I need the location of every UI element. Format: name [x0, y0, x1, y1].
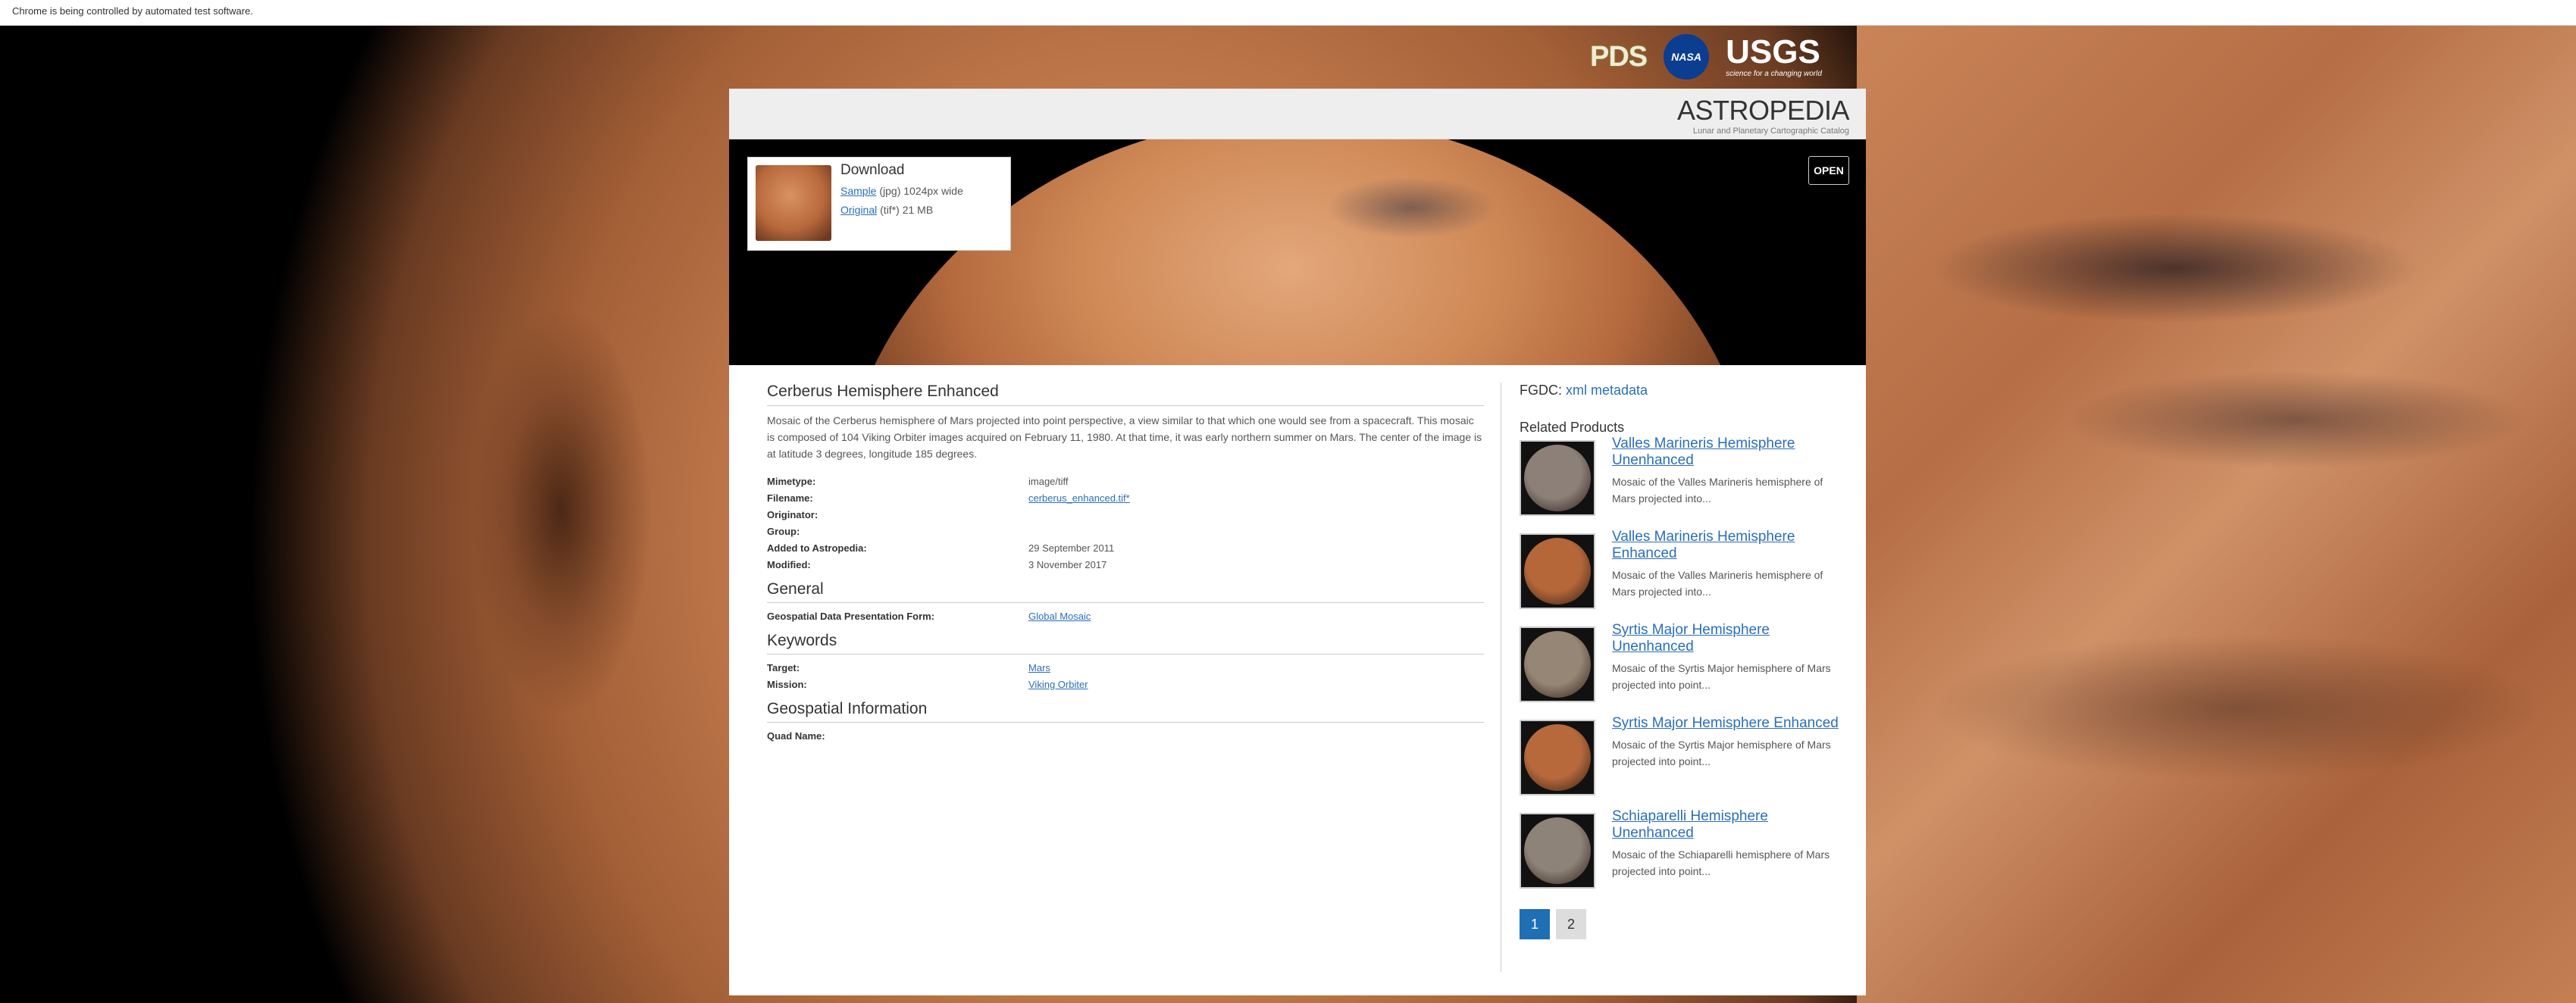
- related-thumbnail[interactable]: [1520, 626, 1595, 702]
- related-products-heading: Related Products: [1520, 420, 1625, 435]
- product-details: Cerberus Hemisphere Enhanced Mosaic of t…: [767, 383, 1484, 744]
- meta-row-mission: Mission: Viking Orbiter: [767, 676, 1484, 692]
- keywords-heading: Keywords: [767, 632, 1484, 655]
- meta-row-target: Target: Mars: [767, 659, 1484, 676]
- related-product-desc: Mosaic of the Syrtis Major hemisphere of…: [1612, 739, 1831, 767]
- related-thumbnail[interactable]: [1520, 720, 1595, 795]
- related-product-link[interactable]: Syrtis Major Hemisphere Unenhanced: [1612, 622, 1839, 655]
- related-product-desc: Mosaic of the Valles Marineris hemispher…: [1612, 476, 1823, 505]
- usgs-wordmark: USGS: [1726, 33, 1820, 70]
- original-line: Original (tif*) 21 MB: [840, 204, 933, 216]
- page-1-button[interactable]: 1: [1520, 909, 1550, 939]
- meta-key: Target:: [767, 661, 800, 673]
- meta-key: Quad Name:: [767, 730, 825, 742]
- target-link[interactable]: Mars: [1028, 662, 1050, 673]
- meta-key: Filename:: [767, 492, 813, 504]
- sample-link[interactable]: Sample: [840, 185, 876, 197]
- pagination: 1 2: [1520, 909, 1845, 939]
- usgs-tagline: science for a changing world: [1726, 70, 1822, 78]
- meta-row-modified: Modified: 3 November 2017: [767, 556, 1484, 573]
- related-thumbnail[interactable]: [1520, 533, 1595, 609]
- related-product-link[interactable]: Syrtis Major Hemisphere Enhanced: [1612, 715, 1839, 732]
- automation-notice: Chrome is being controlled by automated …: [12, 5, 253, 17]
- related-thumbnail[interactable]: [1520, 813, 1595, 889]
- related-product: Valles Marineris Hemisphere Enhanced Mos…: [1520, 529, 1845, 622]
- related-thumbnail[interactable]: [1520, 440, 1595, 516]
- related-product: Syrtis Major Hemisphere Enhanced Mosaic …: [1520, 715, 1845, 808]
- meta-key: Modified:: [767, 558, 811, 570]
- meta-row-added: Added to Astropedia: 29 September 2011: [767, 539, 1484, 556]
- site-title: ASTROPEDIA: [1676, 95, 1850, 126]
- xml-metadata-link[interactable]: xml metadata: [1566, 383, 1648, 398]
- mission-link[interactable]: Viking Orbiter: [1028, 679, 1088, 690]
- geospatial-heading: Geospatial Information: [767, 700, 1484, 723]
- site-subtitle: Lunar and Planetary Cartographic Catalog: [1692, 127, 1849, 136]
- meta-row-group: Group:: [767, 523, 1484, 539]
- sidebar: FGDC: xml metadata Related Products Vall…: [1520, 383, 1845, 939]
- related-product-link[interactable]: Valles Marineris Hemisphere Unenhanced: [1612, 436, 1839, 469]
- planet-thumb: [1524, 817, 1591, 884]
- meta-key: Originator:: [767, 508, 818, 520]
- panel-header: ASTROPEDIA Lunar and Planetary Cartograp…: [729, 89, 1866, 139]
- related-product-desc: Mosaic of the Syrtis Major hemisphere of…: [1612, 662, 1831, 691]
- related-product-link[interactable]: Schiaparelli Hemisphere Unenhanced: [1612, 808, 1839, 842]
- nasa-logo[interactable]: NASA: [1664, 34, 1710, 80]
- download-title: Download: [840, 162, 905, 178]
- meta-row-originator: Originator:: [767, 506, 1484, 523]
- hero-preview: Download Sample (jpg) 1024px wide Origin…: [729, 139, 1866, 365]
- sample-info: (jpg) 1024px wide: [879, 185, 963, 197]
- meta-value: 3 November 2017: [1028, 558, 1107, 570]
- product-title: Cerberus Hemisphere Enhanced: [767, 383, 1484, 406]
- original-info: (tif*) 21 MB: [880, 204, 934, 216]
- meta-key: Mission:: [767, 678, 807, 690]
- meta-key: Group:: [767, 525, 800, 537]
- meta-row-presentation-form: Geospatial Data Presentation Form: Globa…: [767, 608, 1484, 624]
- related-product-desc: Mosaic of the Schiaparelli hemisphere of…: [1612, 848, 1830, 877]
- automation-infobar: Chrome is being controlled by automated …: [0, 0, 2576, 26]
- sample-line: Sample (jpg) 1024px wide: [840, 185, 963, 197]
- general-heading: General: [767, 580, 1484, 603]
- download-box: Download Sample (jpg) 1024px wide Origin…: [747, 157, 1011, 251]
- usgs-logo[interactable]: USGS science for a changing world: [1726, 36, 1822, 78]
- metadata-table: Mimetype: image/tiff Filename: cerberus_…: [767, 473, 1484, 573]
- meta-key: Added to Astropedia:: [767, 542, 867, 554]
- meta-row-mimetype: Mimetype: image/tiff: [767, 473, 1484, 489]
- related-product-link[interactable]: Valles Marineris Hemisphere Enhanced: [1612, 529, 1839, 562]
- product-description: Mosaic of the Cerberus hemisphere of Mar…: [767, 414, 1482, 460]
- agency-logos: PDS NASA USGS science for a changing wor…: [1590, 34, 1822, 80]
- astropedia-logo[interactable]: ASTROPEDIA Lunar and Planetary Cartograp…: [1676, 95, 1850, 136]
- open-button[interactable]: OPEN: [1808, 156, 1849, 185]
- meta-row-quad-name: Quad Name:: [767, 727, 1484, 744]
- mars-surface-image: [1857, 26, 2576, 1003]
- page-2-button[interactable]: 2: [1556, 909, 1586, 939]
- related-product: Valles Marineris Hemisphere Unenhanced M…: [1520, 436, 1845, 529]
- fgdc-label: FGDC:: [1520, 383, 1562, 398]
- meta-row-filename: Filename: cerberus_enhanced.tif*: [767, 489, 1484, 506]
- planet-thumb: [1524, 631, 1591, 698]
- meta-value: 29 September 2011: [1028, 542, 1115, 554]
- content-panel: ASTROPEDIA Lunar and Planetary Cartograp…: [729, 89, 1866, 995]
- planet-thumb: [1524, 724, 1591, 791]
- meta-key: Geospatial Data Presentation Form:: [767, 610, 935, 622]
- meta-value: image/tiff: [1028, 475, 1069, 487]
- related-product: Schiaparelli Hemisphere Unenhanced Mosai…: [1520, 808, 1845, 901]
- presentation-form-link[interactable]: Global Mosaic: [1028, 611, 1091, 622]
- fgdc-metadata: FGDC: xml metadata: [1520, 383, 1845, 398]
- pds-logo[interactable]: PDS: [1590, 42, 1648, 71]
- planet-thumb: [1524, 538, 1591, 605]
- filename-link[interactable]: cerberus_enhanced.tif*: [1028, 492, 1130, 504]
- meta-key: Mimetype:: [767, 475, 816, 487]
- original-link[interactable]: Original: [840, 204, 877, 216]
- related-product: Syrtis Major Hemisphere Unenhanced Mosai…: [1520, 622, 1845, 715]
- download-thumbnail[interactable]: [756, 165, 831, 241]
- planet-thumb: [1524, 445, 1591, 511]
- related-product-desc: Mosaic of the Valles Marineris hemispher…: [1612, 569, 1823, 598]
